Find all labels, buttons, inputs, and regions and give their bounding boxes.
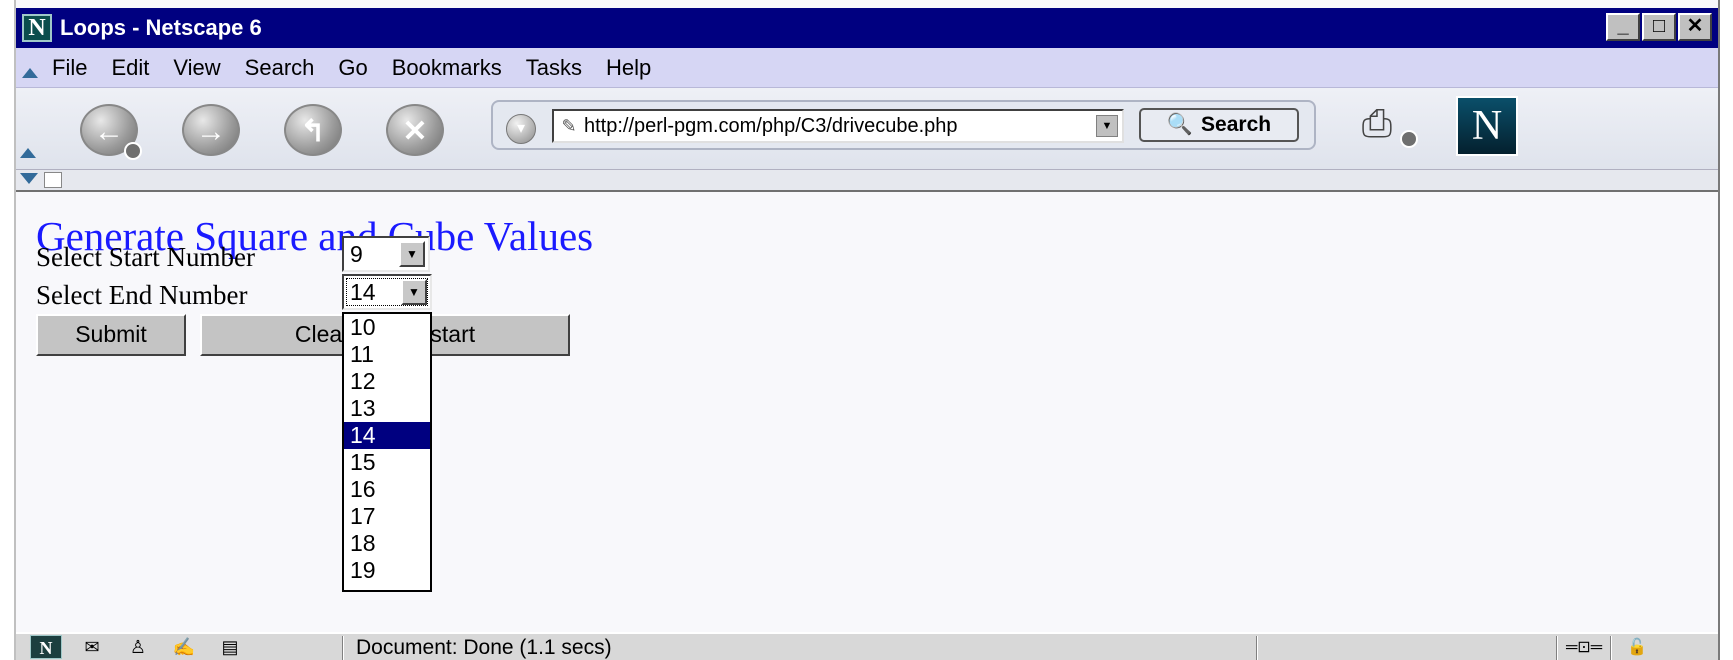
menu-edit[interactable]: Edit [111,55,149,81]
dropdown-option[interactable]: 17 [344,503,430,530]
chevron-down-icon[interactable]: ▼ [401,279,427,305]
personal-toolbar-collapsed [16,170,1718,192]
dropdown-option[interactable]: 16 [344,476,430,503]
navigator-icon[interactable]: N [30,635,62,659]
collapse-grip-icon[interactable] [22,67,38,78]
status-divider [1610,636,1612,660]
online-status-icon[interactable]: ═⊡═ [1562,636,1606,660]
menu-search[interactable]: Search [245,55,315,81]
dropdown-option[interactable]: 10 [344,314,430,341]
window-title: Loops - Netscape 6 [60,15,262,40]
dropdown-option[interactable]: 12 [344,368,430,395]
stop-icon: ✕ [402,115,428,148]
url-input[interactable]: ✎ http://perl-pgm.com/php/C3/drivecube.p… [552,109,1124,143]
instant-messenger-icon[interactable]: ♙ [122,635,154,659]
status-bar: N ✉ ♙ ✍ ▤ Document: Done (1.1 secs) ═⊡═ … [16,632,1718,660]
composer-icon[interactable]: ✍ [168,635,200,659]
print-dropdown-icon[interactable] [1400,130,1418,148]
navigation-toolbar: ← → ↰ ✕ ▾ ✎ http://perl-pgm.com/php/C3/d… [16,88,1718,170]
dropdown-option[interactable]: 15 [344,449,430,476]
dropdown-option[interactable]: 18 [344,530,430,557]
print-icon[interactable]: ⎙ [1349,102,1405,146]
url-history-dropdown-icon[interactable]: ▼ [1096,115,1118,137]
forward-icon: → [196,115,226,148]
magnifier-icon: 🔍 [1166,113,1194,136]
status-divider [1256,636,1258,660]
menu-help[interactable]: Help [606,55,651,81]
end-number-label: Select End Number [36,280,248,310]
security-lock-icon[interactable]: 🔓 [1620,636,1654,660]
url-text: http://perl-pgm.com/php/C3/drivecube.php [584,114,958,137]
status-text: Document: Done (1.1 secs) [356,636,612,659]
menu-bar: File Edit View Search Go Bookmarks Tasks… [16,48,1718,88]
start-number-value: 9 [350,240,363,267]
go-icon[interactable]: ▾ [506,114,536,144]
close-button[interactable]: ✕ [1678,13,1712,41]
dropdown-option-selected[interactable]: 14 [344,422,430,449]
reload-icon: ↰ [300,115,326,148]
chevron-down-icon[interactable]: ▼ [399,241,425,267]
netscape-logo-icon: N [22,14,52,42]
start-number-label: Select Start Number [36,242,255,272]
browser-window: N Loops - Netscape 6 _ □ ✕ File Edit Vie… [14,0,1720,660]
search-button[interactable]: 🔍 Search [1139,108,1299,142]
menu-tasks[interactable]: Tasks [526,55,582,81]
throbber-logo-icon[interactable]: N [1456,96,1518,156]
back-icon: ← [94,115,124,148]
menu-view[interactable]: View [173,55,220,81]
submit-button[interactable]: Submit [36,314,186,356]
dropdown-option[interactable]: 19 [344,557,430,584]
bookmark-page-icon[interactable]: ✎ [558,116,580,137]
minimize-button[interactable]: _ [1606,13,1640,41]
dropdown-option[interactable]: 11 [344,341,430,368]
status-divider [1556,636,1558,660]
stop-button[interactable]: ✕ [386,104,444,156]
page-content: Generate Square and Cube Values Select S… [16,194,1718,632]
toolbar-grip-icon[interactable] [20,148,36,158]
end-number-select[interactable]: 14 ▼ [342,274,432,310]
forward-button[interactable]: → [182,104,240,156]
back-button[interactable]: ← [80,104,142,160]
sidebar-toggle-icon[interactable] [44,172,62,188]
mail-icon[interactable]: ✉ [76,635,108,659]
status-divider [342,636,344,660]
menu-file[interactable]: File [52,55,87,81]
maximize-button[interactable]: □ [1642,13,1676,41]
menu-bookmarks[interactable]: Bookmarks [392,55,502,81]
address-book-icon[interactable]: ▤ [214,635,246,659]
expand-grip-icon[interactable] [20,173,38,184]
end-number-value: 14 [350,278,376,305]
menu-go[interactable]: Go [338,55,367,81]
back-dropdown-icon[interactable] [124,142,142,160]
dropdown-option[interactable]: 13 [344,395,430,422]
title-bar: N Loops - Netscape 6 _ □ ✕ [16,8,1718,48]
reload-button[interactable]: ↰ [284,104,342,156]
end-number-dropdown-list: 10 11 12 13 14 15 16 17 18 19 [342,312,432,592]
start-number-select[interactable]: 9 ▼ [342,236,430,272]
search-button-label: Search [1201,113,1272,136]
